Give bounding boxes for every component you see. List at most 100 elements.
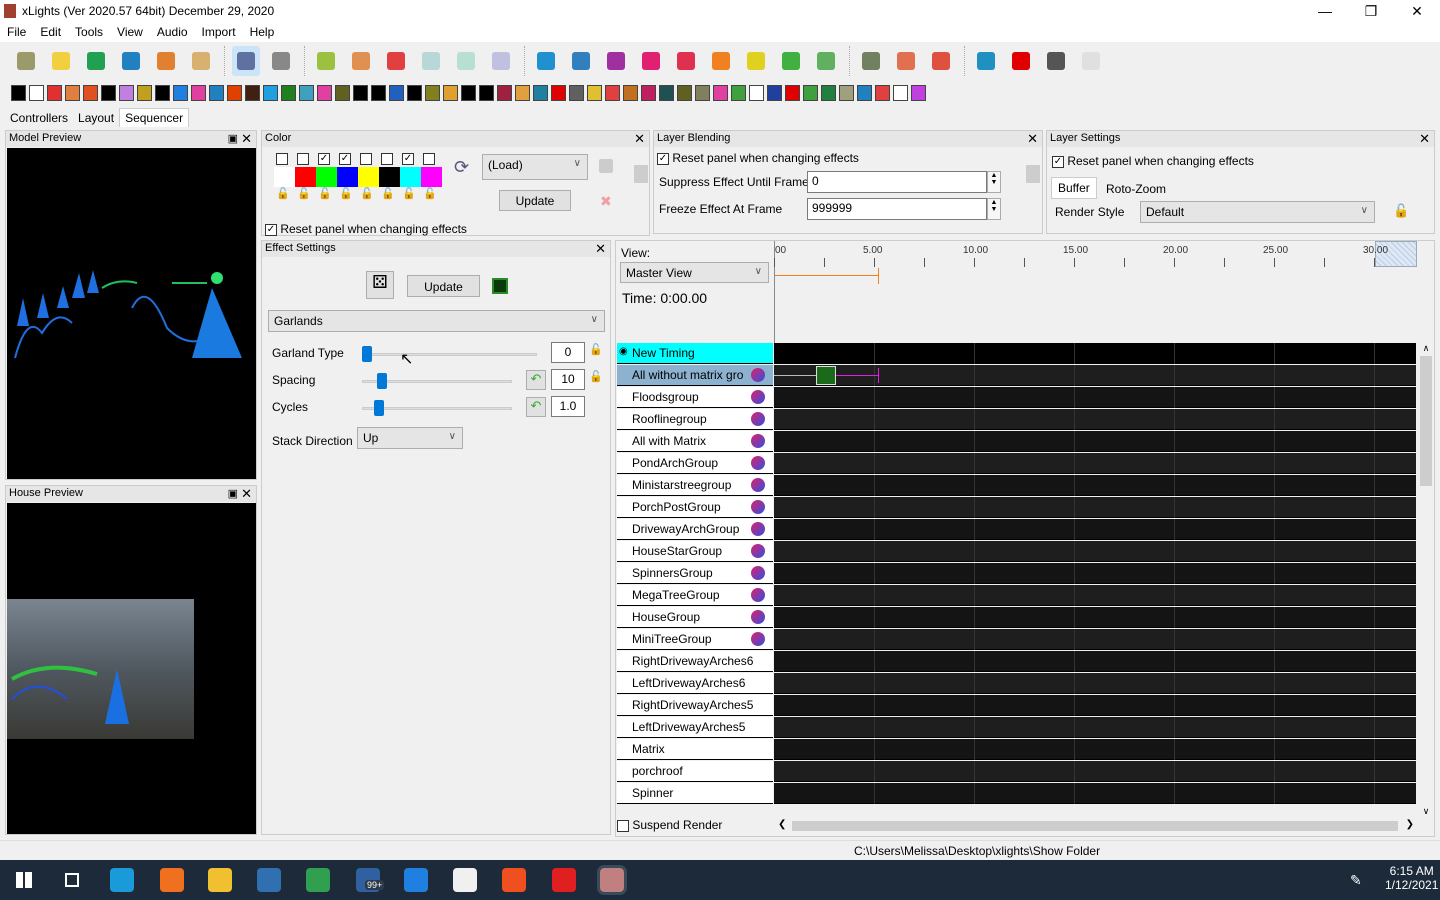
group-render-icon[interactable] [751,500,765,514]
blending-reset-checkbox[interactable]: ✓ Reset panel when changing effects [657,151,859,165]
effect-icon[interactable] [749,85,764,101]
menu-help[interactable]: Help [243,22,282,39]
palette-checkbox[interactable] [423,153,435,165]
lock-icon[interactable]: 🔓 [297,187,311,200]
timeline-row[interactable] [774,343,1416,364]
effect-icon[interactable] [263,85,278,101]
effect-icon[interactable] [353,85,368,101]
effect-end-marker[interactable] [878,368,879,383]
color-scrollbar[interactable] [634,149,648,235]
tab-buffer[interactable]: Buffer [1051,177,1097,199]
row-label[interactable]: Spinner [617,783,773,804]
firefox-icon[interactable] [160,868,184,892]
float-icon[interactable]: ▣ [228,487,238,500]
timeline-row[interactable] [774,695,1416,716]
effect-icon[interactable] [65,85,80,101]
effect-icon[interactable] [677,85,692,101]
menu-edit[interactable]: Edit [33,22,68,39]
effect-icon[interactable] [713,85,728,101]
color-swatch[interactable] [421,167,442,187]
timeline-row[interactable] [774,563,1416,584]
timeline-row[interactable] [774,673,1416,694]
menu-file[interactable]: File [0,22,33,39]
timeline-row[interactable] [774,585,1416,606]
group-render-icon[interactable] [751,544,765,558]
play-range-line[interactable] [775,275,879,276]
effect-icon[interactable] [299,85,314,101]
effect-icon[interactable] [389,85,404,101]
effect-icon[interactable] [767,85,782,101]
tree-button[interactable] [742,46,770,76]
bulb-on-button[interactable] [1077,46,1105,76]
tab-controllers[interactable]: Controllers [5,109,73,127]
effect-icon[interactable] [641,85,656,101]
effect-icon[interactable] [623,85,638,101]
signal-icon[interactable] [404,868,428,892]
palette-checkbox[interactable] [297,153,309,165]
crayons-button[interactable] [567,46,595,76]
edge-icon[interactable] [110,868,134,892]
forward-button[interactable] [452,46,480,76]
rewind-button[interactable] [417,46,445,76]
timeline-row[interactable] [774,717,1416,738]
effect-icon[interactable] [803,85,818,101]
menu-view[interactable]: View [110,22,150,39]
suspend-render-checkbox[interactable]: Suspend Render [617,818,722,832]
effect-icon[interactable] [191,85,206,101]
blending-scrollbar[interactable] [1026,149,1040,233]
settings-reset-checkbox[interactable]: ✓ Reset panel when changing effects [1052,154,1254,168]
suppress-frame-input[interactable]: 0 [807,171,987,193]
model-button[interactable] [672,46,700,76]
xlights-icon[interactable] [597,865,627,895]
timeline-row[interactable] [774,387,1416,408]
param-value-input[interactable]: 1.0 [551,396,585,417]
color-swatch[interactable] [379,167,400,187]
effect-icon[interactable] [479,85,494,101]
effect-icon[interactable] [893,85,908,101]
effect-icon[interactable] [533,85,548,101]
lock-icon[interactable]: 🔓 [276,187,290,200]
timeline-ruler[interactable] [774,241,1417,343]
house-button[interactable] [707,46,735,76]
effect-icon[interactable] [407,85,422,101]
effect-icon[interactable] [605,85,620,101]
effect-icon[interactable] [335,85,350,101]
timeline-row[interactable] [774,475,1416,496]
effect-update-button[interactable]: Update [407,275,480,297]
randomize-dice-icon[interactable]: ⚄ [366,271,394,299]
effect-icon[interactable] [695,85,710,101]
timeline-row[interactable] [774,629,1416,650]
effect-icon[interactable] [155,85,170,101]
row-label[interactable]: SpinnersGroup [617,563,773,584]
effect-icon[interactable] [839,85,854,101]
stop-sign-button[interactable] [1007,46,1035,76]
pause-button[interactable] [347,46,375,76]
refresh-palette-icon[interactable]: ⟳ [454,157,469,178]
row-label[interactable]: LeftDrivewayArches5 [617,717,773,738]
row-label[interactable]: PondArchGroup [617,453,773,474]
param-slider[interactable] [362,407,512,410]
maximize-button[interactable]: ❐ [1348,0,1394,22]
play-button[interactable] [312,46,340,76]
timeline-row[interactable] [774,607,1416,628]
effect-icon[interactable] [227,85,242,101]
calculator-icon[interactable] [257,868,281,892]
effect-icon[interactable] [47,85,62,101]
menu-audio[interactable]: Audio [150,22,195,39]
row-label[interactable]: Floodsgroup [617,387,773,408]
row-label[interactable]: HouseStarGroup [617,541,773,562]
row-label[interactable]: MegaTreeGroup [617,585,773,606]
lock-icon[interactable]: 🔓 [339,187,353,200]
effect-icon[interactable] [137,85,152,101]
menu-import[interactable]: Import [195,22,243,39]
color-swatch[interactable] [316,167,337,187]
rows-vertical-scrollbar[interactable]: ∧ ∨ [1418,343,1434,817]
effect-icon[interactable] [245,85,260,101]
palette-checkbox[interactable]: ✓ [339,153,351,165]
lock-icon[interactable]: 🔓 [318,187,332,200]
group-render-icon[interactable] [751,456,765,470]
save-as-button[interactable] [152,46,180,76]
effect-icon[interactable] [551,85,566,101]
effect-icon[interactable] [731,85,746,101]
effect-icon[interactable] [83,85,98,101]
